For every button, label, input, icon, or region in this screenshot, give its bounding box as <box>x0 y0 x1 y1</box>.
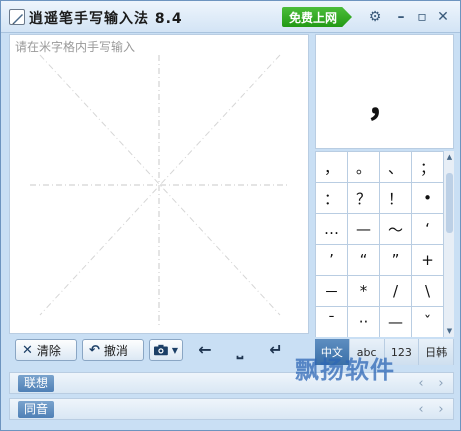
symbol-key[interactable]: ； <box>412 152 443 182</box>
symbol-grid: ，。、；：？！ •… — ～ ‘’ “” + － * / \ ¯ ·· — ˇ <box>315 151 443 337</box>
symbol-key[interactable]: ～ <box>380 214 411 244</box>
camera-button[interactable]: ▼ <box>149 339 183 361</box>
association-label[interactable]: 联想 <box>18 375 55 392</box>
symbol-key[interactable]: ¯ <box>316 307 347 337</box>
minimize-icon[interactable]: – <box>393 9 409 25</box>
tab-japanese-korean[interactable]: 日韩 <box>419 339 454 365</box>
camera-icon <box>154 344 168 356</box>
chevron-down-icon: ▼ <box>171 345 178 355</box>
chevron-right-icon[interactable]: › <box>434 375 448 392</box>
handwriting-pad[interactable]: 请在米字格内手写输入 <box>9 34 309 334</box>
undo-button[interactable]: ↶ 撤消 <box>82 339 144 361</box>
symbol-key[interactable]: • <box>412 183 443 213</box>
symbol-key[interactable]: 。 <box>348 152 379 182</box>
scroll-down-icon[interactable]: ▼ <box>445 327 454 335</box>
scroll-up-icon[interactable]: ▲ <box>445 153 454 161</box>
chevron-left-icon[interactable]: ‹ <box>414 401 428 418</box>
handwriting-input-window: 逍遥笔手写输入法 8.4 免费上网 ⚙ – ▫ ✕ 请在米字格内手写输入 ✕ 清… <box>0 0 461 431</box>
pen-icon <box>9 9 25 25</box>
watermark: 飘扬软件 <box>295 355 395 384</box>
symbol-key[interactable]: ！ <box>380 183 411 213</box>
symbol-key[interactable]: ？ <box>348 183 379 213</box>
chevron-right-icon[interactable]: › <box>434 401 448 418</box>
title-bar[interactable]: 逍遥笔手写输入法 8.4 免费上网 ⚙ – ▫ ✕ <box>1 1 460 33</box>
symbol-key[interactable]: ·· <box>348 307 379 337</box>
symbol-key[interactable]: ” <box>380 245 411 275</box>
preview-char: ， <box>366 84 403 125</box>
close-icon: ✕ <box>22 342 33 358</box>
scroll-thumb[interactable] <box>446 173 453 233</box>
rice-grid-guides <box>30 54 290 325</box>
backspace-icon[interactable]: ← <box>192 340 218 360</box>
symbol-key[interactable]: \ <box>412 276 443 306</box>
symbol-key[interactable]: － <box>316 276 347 306</box>
symbol-key[interactable]: + <box>412 245 443 275</box>
symbol-key[interactable]: “ <box>348 245 379 275</box>
symbol-key[interactable]: ， <box>316 152 347 182</box>
symbol-scrollbar[interactable]: ▲ ▼ <box>443 151 454 337</box>
symbol-key[interactable]: ’ <box>316 245 347 275</box>
maximize-icon[interactable]: ▫ <box>414 9 430 25</box>
symbol-key[interactable]: 、 <box>380 152 411 182</box>
app-title: 逍遥笔手写输入法 8.4 <box>29 11 183 27</box>
undo-icon: ↶ <box>89 342 100 358</box>
free-internet-button[interactable]: 免费上网 <box>282 7 352 27</box>
clear-button[interactable]: ✕ 清除 <box>15 339 77 361</box>
symbol-key[interactable]: — <box>348 214 379 244</box>
space-icon[interactable]: ⎵ <box>227 340 253 360</box>
symbol-key[interactable]: ˇ <box>412 307 443 337</box>
pad-toolbar: ✕ 清除 ↶ 撤消 ▼ ← ⎵ ↵ <box>9 335 309 365</box>
symbol-key[interactable]: / <box>380 276 411 306</box>
homophone-label[interactable]: 同音 <box>18 401 55 418</box>
candidate-preview[interactable]: ， <box>315 34 454 149</box>
gear-icon[interactable]: ⚙ <box>367 9 383 25</box>
enter-icon[interactable]: ↵ <box>263 340 289 360</box>
symbol-key[interactable]: … <box>316 214 347 244</box>
symbol-key[interactable]: * <box>348 276 379 306</box>
symbol-key[interactable]: ： <box>316 183 347 213</box>
symbol-key[interactable]: ‘ <box>412 214 443 244</box>
close-icon[interactable]: ✕ <box>435 9 451 25</box>
homophone-row: 同音 ‹ › <box>9 398 454 420</box>
symbol-key[interactable]: — <box>380 307 411 337</box>
chevron-left-icon[interactable]: ‹ <box>414 375 428 392</box>
